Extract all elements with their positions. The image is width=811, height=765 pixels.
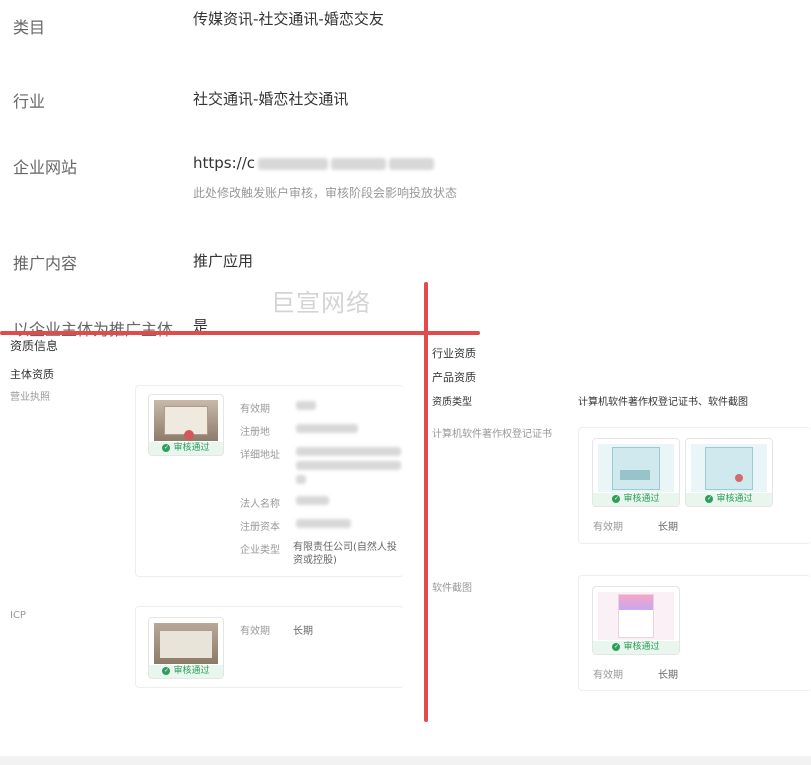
website-label: 企业网站 (13, 158, 78, 177)
approved-badge-text: 审核通过 (716, 494, 753, 504)
approved-badge-text: 审核通过 (623, 494, 660, 504)
blurred-url (258, 157, 329, 170)
check-icon: ✓ (162, 666, 171, 675)
cert-qr-1 (620, 470, 650, 480)
icp-validity-key: 有效期 (240, 626, 270, 637)
software-cert-thumbnail-2[interactable]: ✓ 审核通过 (685, 438, 773, 507)
product-qualification-title: 产品资质 (432, 371, 476, 384)
license-field-address: 详细地址 (240, 450, 280, 461)
blurred-url-2 (331, 157, 387, 170)
license-field-registered: 注册地 (240, 427, 270, 438)
cert-seal-2 (735, 474, 743, 482)
company-type-value: 有限责任公司(自然人投资或控股) (293, 542, 397, 566)
blurred-capital (296, 519, 351, 528)
red-annotation-vertical (424, 282, 428, 722)
business-license-label: 营业执照 (10, 392, 50, 403)
category-label: 类目 (13, 18, 46, 37)
software-screenshot-thumbnail[interactable]: ✓ 审核通过 (592, 586, 680, 655)
category-value: 传媒资讯-社交通讯-婚恋交友 (193, 10, 384, 28)
blurred-registered (296, 424, 358, 433)
cert-image-1 (598, 444, 674, 492)
promotion-content-label: 推广内容 (13, 254, 78, 273)
watermark-text: 巨宣网络 (271, 289, 371, 317)
website-value[interactable]: https://c (193, 154, 435, 172)
qualification-title: 资质信息 (10, 339, 59, 353)
icp-image (154, 623, 218, 664)
license-image (154, 400, 218, 441)
blurred-url-3 (389, 157, 435, 170)
icp-validity-value: 长期 (293, 626, 313, 637)
cert-paper-2 (705, 447, 753, 490)
subject-qualification-title: 主体资质 (10, 368, 54, 381)
approved-badge-text: 审核通过 (623, 642, 660, 652)
qualification-type-value: 计算机软件著作权登记证书、软件截图 (578, 397, 748, 408)
license-field-validity: 有效期 (240, 404, 270, 415)
software-screenshot-label: 软件截图 (432, 583, 472, 594)
screenshot-validity-value: 长期 (658, 670, 678, 681)
qualification-type-key: 资质类型 (432, 397, 472, 408)
blurred-legal (296, 496, 329, 505)
software-screenshot-card: ✓ 审核通过 有效期 长期 (578, 575, 811, 691)
check-icon: ✓ (162, 443, 171, 452)
red-annotation-horizontal (0, 331, 480, 335)
industry-value: 社交通讯-婚恋社交通讯 (193, 90, 349, 108)
icp-card: ✓ 审核通过 有效期 长期 (135, 606, 404, 688)
approved-badge: ✓ 审核通过 (593, 641, 679, 654)
promotion-content-value: 推广应用 (193, 252, 254, 270)
blurred-validity (296, 401, 316, 410)
website-hint: 此处修改触发账户审核，审核阶段会影响投放状态 (193, 186, 458, 200)
approved-badge-text: 审核通过 (173, 443, 210, 453)
blurred-address-2 (296, 461, 401, 470)
approved-badge: ✓ 审核通过 (593, 493, 679, 506)
license-field-capital: 注册资本 (240, 522, 280, 533)
blurred-address-3 (296, 475, 306, 484)
check-icon: ✓ (612, 494, 621, 503)
cert-validity-value: 长期 (658, 522, 678, 533)
blurred-address-1 (296, 447, 401, 456)
icp-thumbnail[interactable]: ✓ 审核通过 (148, 617, 224, 679)
industry-label: 行业 (13, 92, 46, 111)
cert-validity-key: 有效期 (593, 522, 623, 533)
check-icon: ✓ (612, 642, 621, 651)
website-url-text: https://c (193, 154, 256, 172)
approved-badge: ✓ 审核通过 (149, 665, 223, 678)
business-license-thumbnail[interactable]: ✓ 审核通过 (148, 394, 224, 456)
screenshot-image (598, 592, 674, 640)
cert-image-2 (691, 444, 767, 492)
phone-screen (618, 594, 654, 638)
business-license-card: ✓ 审核通过 有效期 注册地 详细地址 法人名称 注册资本 企业类型 有限责任公司… (135, 385, 404, 577)
account-info-page: 类目 传媒资讯-社交通讯-婚恋交友 行业 社交通讯-婚恋社交通讯 企业网站 ht… (0, 0, 811, 756)
license-field-company-type: 企业类型 (240, 545, 280, 556)
check-icon: ✓ (705, 494, 714, 503)
license-field-legal: 法人名称 (240, 499, 280, 510)
software-cert-card: ✓ 审核通过 ✓ 审核通过 有效期 长期 (578, 427, 811, 544)
license-seal (184, 430, 194, 440)
icp-label: ICP (10, 610, 26, 621)
approved-badge: ✓ 审核通过 (149, 442, 223, 455)
software-cert-label: 计算机软件著作权登记证书 (432, 429, 552, 440)
industry-qualification-title: 行业资质 (432, 347, 476, 360)
cert-paper-1 (612, 447, 660, 490)
approved-badge-text: 审核通过 (173, 666, 210, 676)
software-cert-thumbnail-1[interactable]: ✓ 审核通过 (592, 438, 680, 507)
icp-paper (160, 631, 212, 658)
approved-badge: ✓ 审核通过 (686, 493, 772, 506)
screenshot-validity-key: 有效期 (593, 670, 623, 681)
